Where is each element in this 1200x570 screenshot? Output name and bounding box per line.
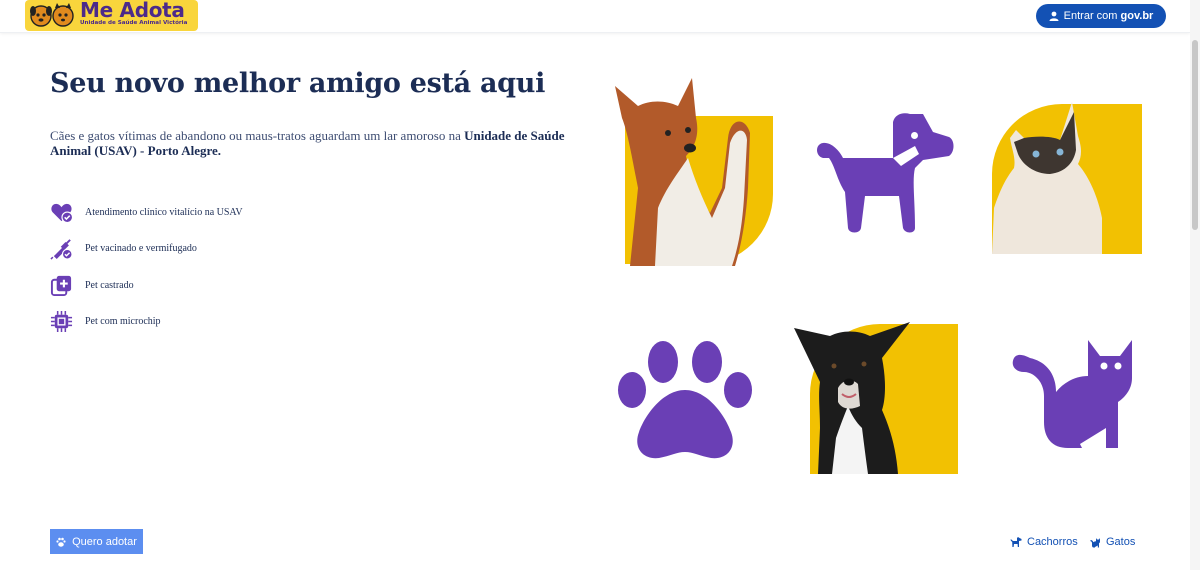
feature-item: Atendimento clínico vitalício na USAV [50,201,243,224]
page-scrollbar[interactable] [1190,0,1200,570]
syringe-check-icon [50,239,73,260]
user-icon [1049,11,1059,21]
microchip-icon [50,310,73,333]
login-govbr-button[interactable]: Entrar com gov.br [1036,4,1166,28]
logo-title: Me Adota [80,0,185,22]
feature-label: Pet castrado [85,280,134,291]
feature-label: Pet vacinado e vermifugado [85,243,197,254]
page-title: Seu novo melhor amigo está aqui [50,68,546,99]
adopt-button[interactable]: Quero adotar [50,529,143,554]
scrollbar-thumb[interactable] [1192,40,1198,230]
intro-paragraph: Cães e gatos vítimas de abandono ou maus… [50,128,565,158]
logo-subtitle: Unidade de Saúde Animal Victória [80,20,188,26]
feature-item: Pet com microchip [50,310,161,333]
dogs-label: Cachorros [1027,536,1078,548]
medical-plus-icon [50,275,72,297]
dog-icon [1010,536,1022,547]
top-header: Me Adota Unidade de Saúde Animal Victóri… [0,0,1190,33]
heart-check-icon [51,203,73,224]
dog-cat-logo-icon [30,3,74,27]
cats-label: Gatos [1106,536,1136,548]
adopt-label: Quero adotar [72,535,137,548]
dogs-link[interactable]: Cachorros [1010,536,1078,548]
paw-print-icon [615,340,755,460]
basenji-dog-photo [610,78,775,266]
paw-icon [56,537,66,547]
feature-item: Pet vacinado e vermifugado [50,237,197,260]
cat-icon [1090,537,1100,547]
me-adota-logo[interactable]: Me Adota Unidade de Saúde Animal Victóri… [25,0,198,31]
dog-silhouette-icon [815,110,955,235]
black-white-dog-photo [792,318,960,474]
siamese-cat-photo [990,98,1145,254]
cats-link[interactable]: Gatos [1090,536,1135,548]
cat-silhouette-icon [1010,336,1135,452]
feature-label: Pet com microchip [85,316,161,327]
feature-item: Pet castrado [50,274,134,297]
login-label: Entrar com gov.br [1063,10,1154,22]
feature-label: Atendimento clínico vitalício na USAV [85,207,243,218]
